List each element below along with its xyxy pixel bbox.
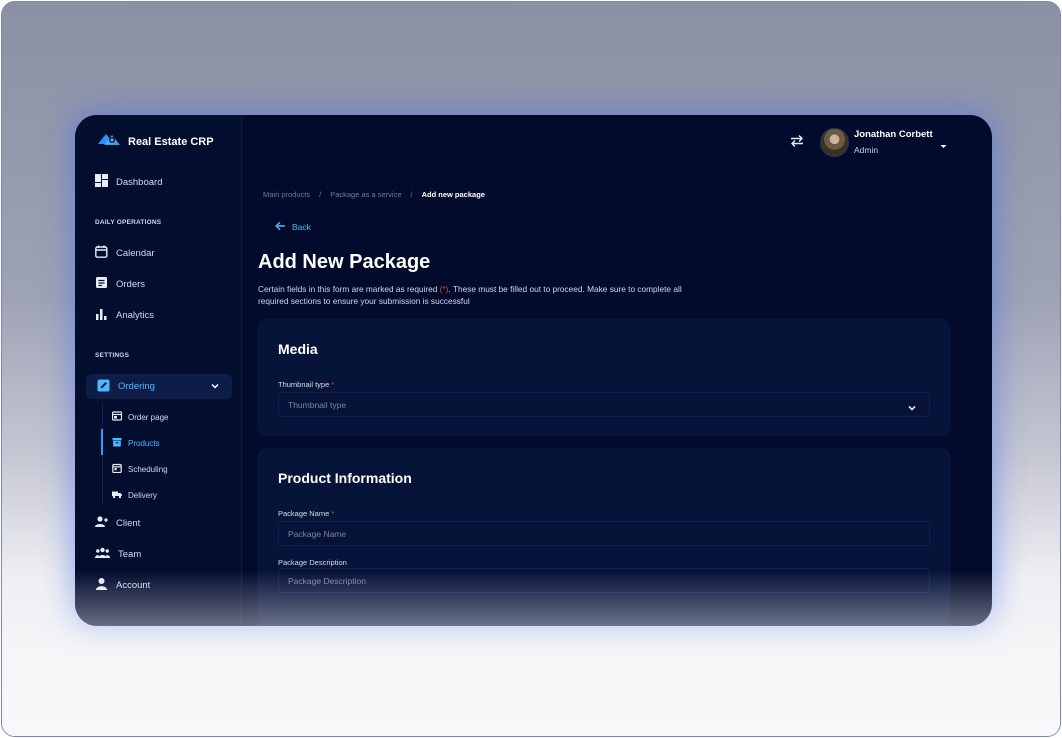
user-role: Admin — [854, 145, 879, 155]
sidebar-subitem-label: Products — [128, 438, 160, 448]
package-name-input[interactable] — [278, 521, 930, 546]
sidebar-item-label: Team — [118, 548, 142, 560]
page-description: Certain fields in this form are marked a… — [258, 284, 698, 307]
sidebar-item-team[interactable]: Team — [95, 544, 141, 564]
main-content: Main products / Package as a service / A… — [242, 167, 992, 626]
sidebar-subitem-delivery[interactable]: Delivery — [112, 489, 157, 501]
sidebar-item-ordering[interactable]: Ordering — [86, 374, 232, 399]
sidebar-item-label: Account — [116, 579, 151, 591]
sidebar-item-analytics[interactable]: Analytics — [95, 305, 154, 325]
page-title: Add New Package — [258, 251, 431, 273]
app-window: Real Estate CRP Dashboard DAILY OPERATIO… — [75, 115, 992, 626]
back-button[interactable]: Back — [275, 221, 311, 233]
sidebar: Real Estate CRP Dashboard DAILY OPERATIO… — [75, 115, 242, 626]
chevron-down-icon — [907, 400, 917, 418]
sidebar-item-label: Ordering — [118, 381, 155, 392]
arrow-left-icon — [275, 221, 286, 233]
browser-window-icon — [111, 411, 123, 423]
sidebar-subitem-order-page[interactable]: Order page — [111, 411, 169, 423]
archive-box-icon — [112, 437, 122, 449]
required-mark: * — [331, 509, 335, 518]
brand[interactable]: Real Estate CRP — [97, 131, 214, 152]
user-name[interactable]: Jonathan Corbett — [854, 129, 933, 140]
add-user-icon — [95, 515, 108, 531]
sidebar-item-account[interactable]: Account — [95, 575, 150, 595]
sidebar-item-label: Analytics — [116, 309, 155, 321]
package-description-input[interactable] — [278, 568, 930, 593]
calendar-icon — [95, 245, 108, 261]
sidebar-item-client[interactable]: Client — [95, 513, 140, 533]
sidebar-subitem-label: Scheduling — [128, 464, 168, 474]
breadcrumb-item-package-as-a-service[interactable]: Package as a service — [330, 190, 401, 199]
avatar[interactable] — [820, 128, 849, 157]
back-label: Back — [292, 222, 311, 232]
thumbnail-type-label: Thumbnail type * — [278, 380, 334, 389]
thumbnail-type-placeholder: Thumbnail type — [288, 400, 347, 410]
edit-square-icon — [97, 379, 110, 395]
sidebar-subitem-label: Order page — [128, 412, 169, 422]
sidebar-item-label: Dashboard — [116, 176, 163, 188]
submenu-active-indicator — [101, 429, 103, 455]
breadcrumb-item-main-products[interactable]: Main products — [263, 190, 310, 199]
breadcrumb-separator: / — [319, 190, 322, 199]
sidebar-item-label: Orders — [116, 278, 146, 290]
analytics-icon — [95, 307, 108, 323]
orders-icon — [95, 276, 108, 292]
sidebar-subitem-scheduling[interactable]: Scheduling — [112, 463, 168, 475]
brand-name: Real Estate CRP — [128, 135, 214, 148]
media-card: Media Thumbnail type * Thumbnail type — [257, 319, 951, 436]
media-card-title: Media — [278, 341, 318, 357]
calendar-small-icon — [112, 463, 122, 475]
section-label-daily-operations: DAILY OPERATIONS — [95, 219, 162, 226]
brand-logo-icon — [97, 131, 121, 152]
product-information-card: Product Information Package Name * Packa… — [257, 448, 951, 626]
sidebar-item-orders[interactable]: Orders — [95, 274, 145, 294]
caret-down-icon[interactable] — [939, 138, 948, 156]
sidebar-subitem-products[interactable]: Products — [112, 437, 160, 449]
breadcrumb: Main products / Package as a service / A… — [263, 190, 485, 199]
breadcrumb-separator: / — [410, 190, 413, 199]
breadcrumb-item-current: Add new package — [421, 190, 485, 199]
sidebar-item-label: Client — [116, 517, 141, 529]
product-information-title: Product Information — [278, 470, 412, 486]
page-description-part1: Certain fields in this form are marked a… — [258, 284, 440, 294]
screenshot-backdrop: Real Estate CRP Dashboard DAILY OPERATIO… — [1, 1, 1061, 737]
top-bar: Jonathan Corbett Admin — [242, 115, 992, 167]
sidebar-item-label: Calendar — [116, 247, 155, 259]
thumbnail-type-select[interactable]: Thumbnail type — [278, 392, 930, 417]
sidebar-subitem-label: Delivery — [128, 490, 157, 500]
thumbnail-type-label-text: Thumbnail type — [278, 380, 330, 389]
chevron-down-icon — [210, 381, 220, 394]
truck-icon — [112, 489, 122, 501]
package-name-label: Package Name * — [278, 509, 334, 518]
package-description-label: Package Description — [278, 558, 347, 567]
swap-arrows-icon[interactable] — [790, 134, 804, 153]
user-icon — [95, 577, 108, 593]
sidebar-item-dashboard[interactable]: Dashboard — [95, 172, 162, 192]
group-icon — [95, 546, 110, 562]
sidebar-item-calendar[interactable]: Calendar — [95, 243, 155, 263]
package-name-label-text: Package Name — [278, 509, 330, 518]
section-label-settings: SETTINGS — [95, 352, 130, 359]
required-mark: * — [331, 380, 335, 389]
dashboard-icon — [95, 174, 108, 190]
